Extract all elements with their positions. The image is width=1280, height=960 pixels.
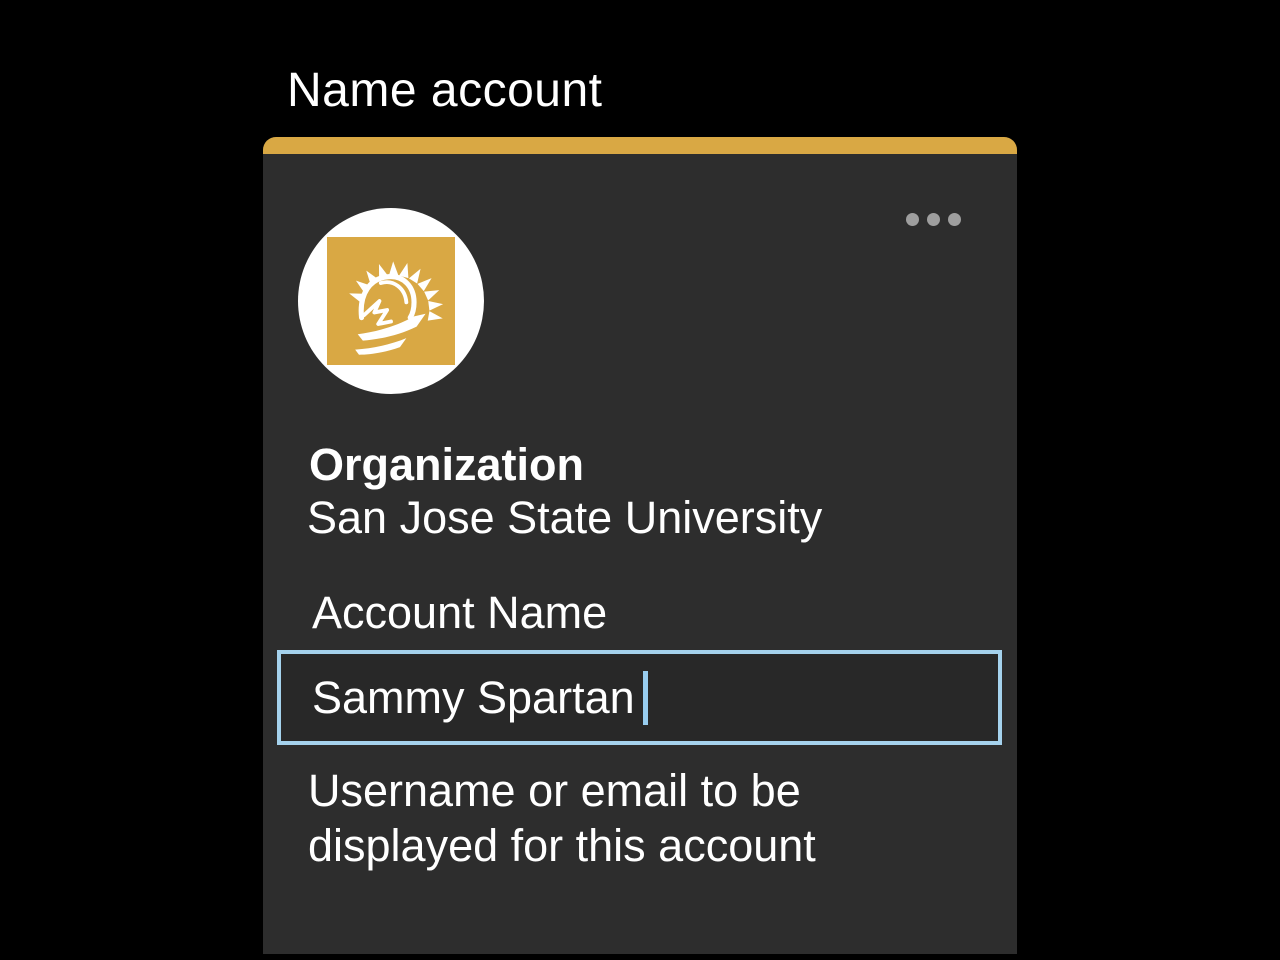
ellipsis-dot-icon (948, 213, 961, 226)
ellipsis-dot-icon (927, 213, 940, 226)
organization-avatar (298, 208, 484, 394)
ellipsis-dot-icon (906, 213, 919, 226)
organization-value: San Jose State University (307, 492, 822, 544)
organization-label: Organization (309, 439, 584, 491)
overflow-menu-button[interactable] (900, 207, 967, 232)
screen-background: Name account (0, 0, 1280, 960)
sjsu-spartan-logo-icon (327, 237, 455, 365)
text-cursor (643, 671, 648, 725)
organization-logo-tile (327, 237, 455, 365)
name-account-card: Organization San Jose State University A… (263, 137, 1017, 954)
account-name-label: Account Name (312, 587, 607, 639)
account-name-value: Sammy Spartan (312, 672, 635, 724)
card-accent-bar (263, 137, 1017, 154)
account-name-helper-text: Username or email to be displayed for th… (308, 763, 938, 873)
account-name-input[interactable]: Sammy Spartan (277, 650, 1002, 745)
dialog-title: Name account (287, 62, 603, 120)
